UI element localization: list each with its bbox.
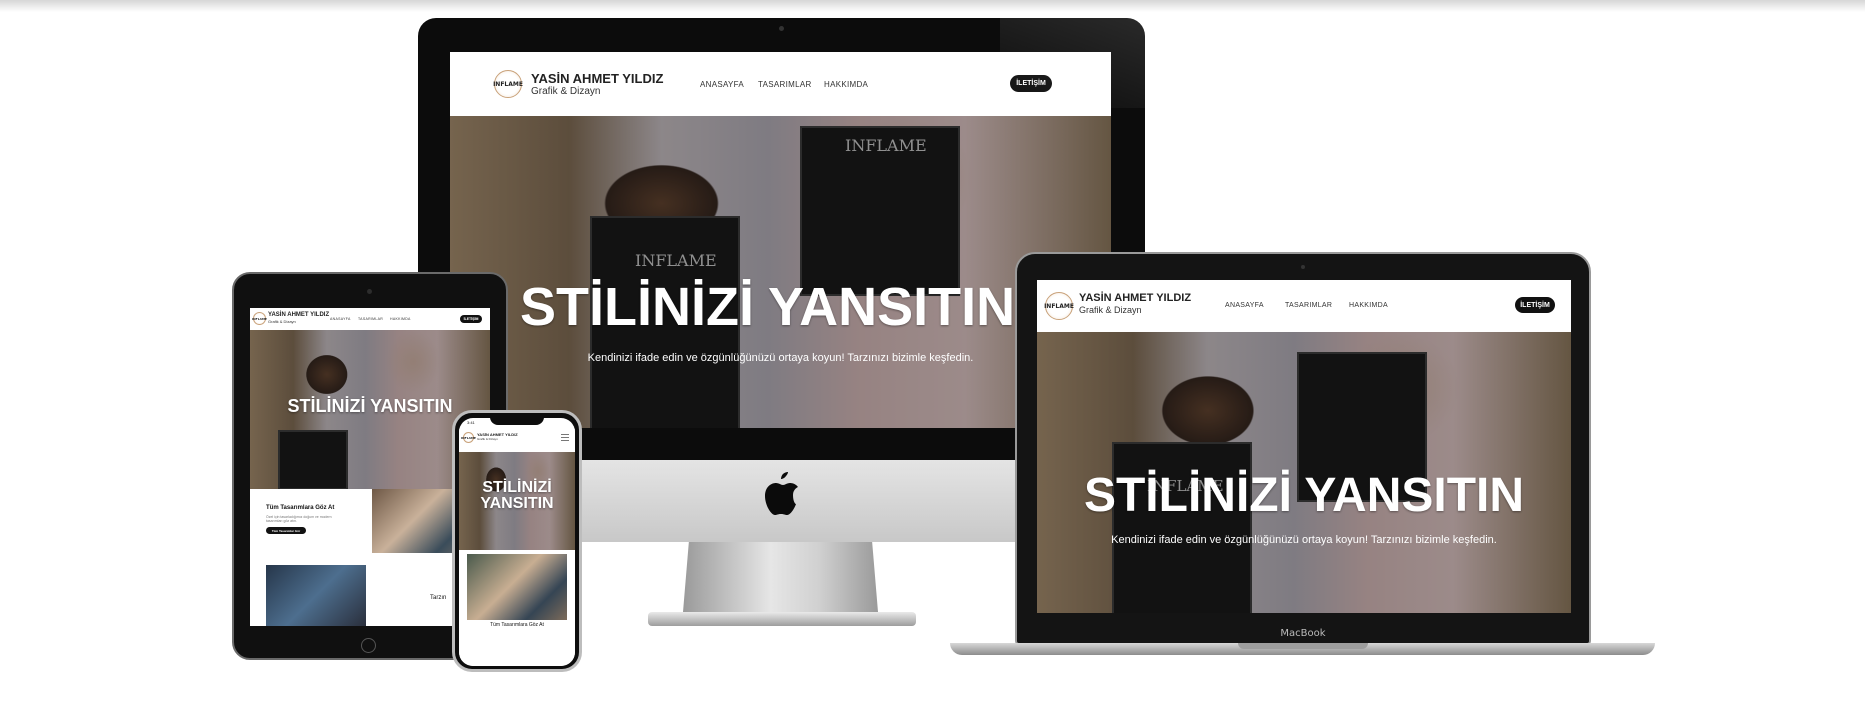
- designs-section: Tüm Tasarımlara Göz At: [459, 550, 575, 666]
- site-header: INFLAME YASİN AHMET YILDIZ Grafik & Diza…: [459, 428, 575, 452]
- brand-name[interactable]: YASİN AHMET YILDIZ: [531, 71, 663, 86]
- brand-logo[interactable]: INFLAME: [493, 70, 523, 98]
- hero-title: STİLİNİZİ YANSITIN: [287, 396, 453, 416]
- section-title: Tüm Tasarımlara Göz At: [490, 622, 544, 628]
- macbook-label: MacBook: [1280, 628, 1326, 639]
- imac-stand: [683, 542, 878, 612]
- hero-title: STİLİNİZİ YANSITIN: [1083, 469, 1525, 522]
- hero-title-line-2: YANSITIN: [480, 495, 554, 512]
- hamburger-menu-icon[interactable]: [561, 434, 569, 441]
- top-shadow: [0, 0, 1865, 12]
- macbook-screen: INFLAME YASİN AHMET YILDIZ Grafik & Diza…: [1037, 280, 1571, 613]
- nav-hakkimda[interactable]: HAKKIMDA: [390, 317, 411, 321]
- all-designs-button[interactable]: Tüm Tasarımlar Gör: [266, 527, 306, 534]
- iphone-notch: [490, 416, 544, 425]
- nav-tasarimlar[interactable]: TASARIMLAR: [358, 317, 383, 321]
- brand-subtitle: Grafik & Dizayn: [268, 319, 296, 324]
- nav-anasayfa[interactable]: ANASAYFA: [330, 317, 351, 321]
- home-button-icon: [361, 638, 376, 653]
- imac-screen: INFLAME YASİN AHMET YILDIZ Grafik & Diza…: [450, 52, 1111, 428]
- brand-name[interactable]: YASİN AHMET YILDIZ: [268, 312, 329, 318]
- hero-section: INFLAME INFLAME STİLİNİZİ YANSITIN Kendi…: [450, 116, 1111, 428]
- imac-glare: [1000, 18, 1145, 108]
- brand-logo[interactable]: INFLAME: [461, 432, 476, 443]
- apple-logo-icon: [765, 472, 798, 515]
- nav-tasarimlar[interactable]: TASARIMLAR: [1285, 302, 1332, 309]
- contact-button[interactable]: İLETİŞİM: [1515, 297, 1555, 313]
- hero-section: INFLAME STİLİNİZİ YANSITIN Kendinizi ifa…: [1037, 332, 1571, 613]
- nav-hakkimda[interactable]: HAKKIMDA: [824, 80, 868, 89]
- section2-title: Tarzın: [430, 595, 447, 601]
- brand-logo[interactable]: INFLAME: [1044, 292, 1074, 320]
- imac-camera-icon: [779, 26, 784, 31]
- site-header: INFLAME YASİN AHMET YILDIZ Grafik & Diza…: [1037, 280, 1571, 332]
- hero-subtitle: Kendinizi ifade edin ve özgünlüğünüzü or…: [1111, 534, 1497, 546]
- nav-hakkimda[interactable]: HAKKIMDA: [1349, 302, 1388, 309]
- contact-button[interactable]: İLETİŞİM: [460, 315, 482, 323]
- section-text: Özel için tasarladığımız doğum ve modern…: [266, 515, 332, 523]
- nav-anasayfa[interactable]: ANASAYFA: [700, 80, 744, 89]
- brand-subtitle: Grafik & Dizayn: [531, 86, 601, 97]
- macbook-camera-icon: [1301, 265, 1305, 269]
- section-photo-2: [266, 565, 366, 626]
- imac-foot: [648, 612, 916, 626]
- status-time: 3:41: [467, 420, 475, 425]
- brand-subtitle: Grafik & Dizayn: [477, 437, 498, 441]
- hero-section: STİLİNİZİ YANSITIN: [459, 452, 575, 550]
- nav-anasayfa[interactable]: ANASAYFA: [1225, 302, 1264, 309]
- ipad-camera-icon: [367, 289, 372, 294]
- iphone-screen: 3:41 INFLAME YASİN AHMET YILDIZ Grafik &…: [459, 418, 575, 666]
- hero-overlay: [450, 116, 1111, 428]
- hero-subtitle: Kendinizi ifade edin ve özgünlüğünüzü or…: [587, 352, 974, 364]
- section-title: Tüm Tasarımlara Göz At: [266, 505, 335, 511]
- brand-name[interactable]: YASİN AHMET YILDIZ: [1079, 292, 1191, 304]
- brand-logo[interactable]: INFLAME: [252, 312, 267, 325]
- hero-title-line-1: STİLİNİZİ: [482, 479, 552, 496]
- site-header: INFLAME YASİN AHMET YILDIZ Grafik & Diza…: [250, 308, 490, 330]
- nav-tasarimlar[interactable]: TASARIMLAR: [758, 80, 812, 89]
- brand-subtitle: Grafik & Dizayn: [1079, 305, 1142, 315]
- section-photo: [467, 554, 567, 620]
- macbook-notch: [1238, 643, 1368, 649]
